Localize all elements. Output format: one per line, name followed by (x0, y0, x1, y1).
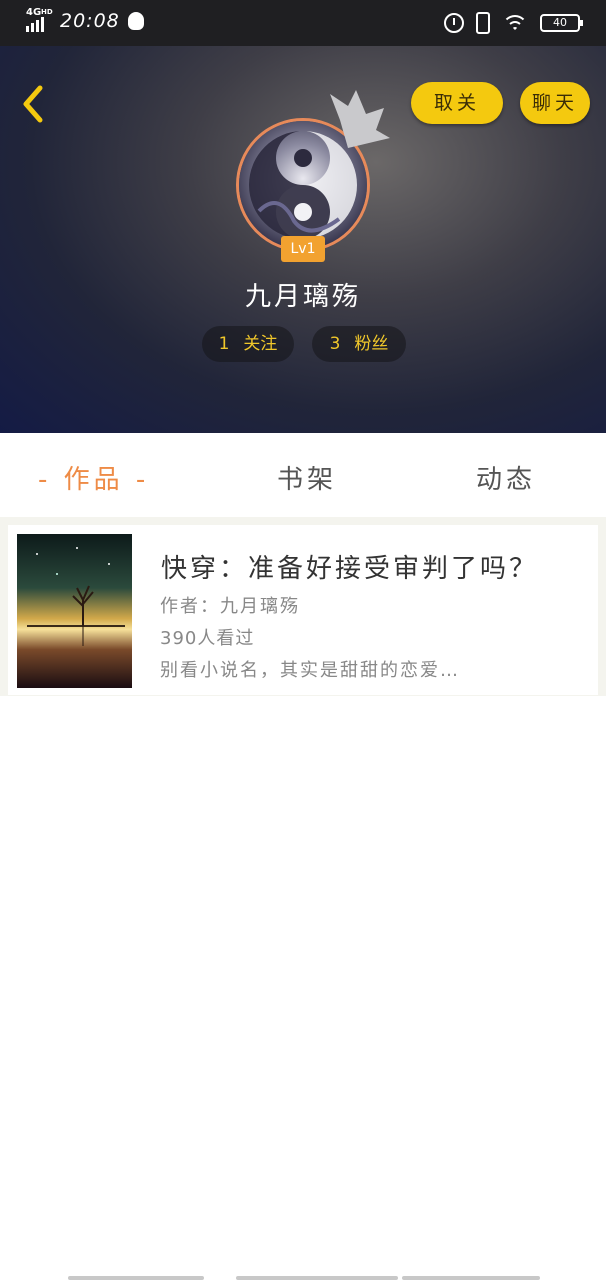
following-stat[interactable]: 1 关注 (202, 326, 294, 362)
chevron-left-icon[interactable] (18, 84, 50, 124)
followers-count: 3 (329, 334, 341, 354)
book-views: 390人看过 (160, 628, 255, 649)
network-subtype: HD (41, 8, 53, 16)
status-right: 40 (444, 12, 583, 34)
tab-bookshelf[interactable]: 书架 (277, 459, 337, 496)
nav-segment (402, 1276, 540, 1280)
wifi-icon (502, 13, 528, 33)
chat-button[interactable]: 聊天 (520, 82, 590, 124)
tab-activity[interactable]: 动态 (476, 459, 536, 496)
followers-label: 粉丝 (354, 334, 389, 354)
profile-header: 取关 聊天 Lv1 九月璃殇 1 关注 3 粉丝 (0, 46, 606, 433)
battery-level: 40 (553, 16, 567, 29)
crown-icon (330, 90, 390, 148)
clock: 20:08 (60, 10, 120, 32)
profile-tabs: - 作品 - 书架 动态 (0, 433, 606, 517)
book-summary: 别看小说名，其实是甜甜的恋爱… (160, 660, 460, 681)
status-left: 4G HD 20:08 (26, 7, 144, 32)
network-type: 4G (26, 7, 42, 18)
username: 九月璃殇 (244, 282, 361, 312)
alarm-icon (444, 13, 464, 33)
unfollow-button[interactable]: 取关 (411, 82, 503, 124)
gesture-bar (0, 1270, 606, 1280)
followers-stat[interactable]: 3 粉丝 (312, 326, 406, 362)
tab-works[interactable]: - 作品 - (38, 459, 149, 496)
signal-icon: 4G HD (26, 7, 53, 32)
nav-segment (236, 1276, 398, 1280)
battery-icon: 40 (540, 14, 583, 32)
qq-icon (127, 12, 144, 30)
book-cover[interactable] (17, 534, 132, 688)
status-bar: 4G HD 20:08 40 (0, 0, 606, 46)
following-label: 关注 (243, 334, 278, 354)
nav-segment (68, 1276, 204, 1280)
level-badge: Lv1 (281, 236, 325, 262)
book-title[interactable]: 快穿：准备好接受审判了吗？ (161, 548, 538, 585)
following-count: 1 (218, 334, 230, 354)
book-cover-image (17, 534, 132, 688)
profile-screen: 4G HD 20:08 40 取关 聊天 Lv1 九月璃殇 1 关注 3 粉丝 … (0, 0, 606, 1280)
vibrate-icon (476, 12, 490, 34)
book-author: 作者：九月璃殇 (160, 596, 300, 617)
